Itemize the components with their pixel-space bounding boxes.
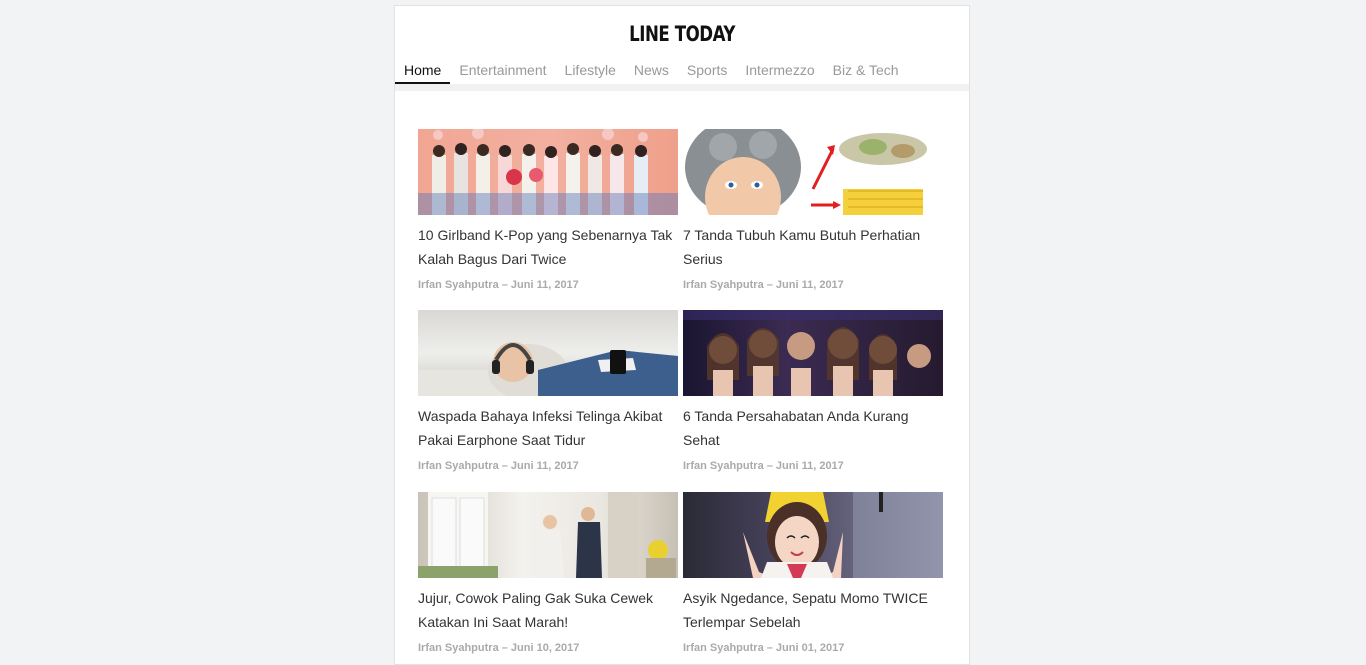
article-thumbnail[interactable] <box>683 129 943 215</box>
article-meta: Irfan Syahputra – Juni 11, 2017 <box>683 279 844 291</box>
tab-lifestyle[interactable]: Lifestyle <box>565 60 616 84</box>
tab-news[interactable]: News <box>634 60 669 84</box>
tab-intermezzo[interactable]: Intermezzo <box>745 60 814 84</box>
article-card[interactable]: 10 Girlband K-Pop yang Sebenarnya Tak Ka… <box>418 129 678 291</box>
article-title[interactable]: Asyik Ngedance, Sepatu Momo TWICE Terlem… <box>683 586 943 634</box>
article-card[interactable]: Asyik Ngedance, Sepatu Momo TWICE Terlem… <box>683 492 943 654</box>
article-meta: Irfan Syahputra – Juni 11, 2017 <box>418 279 579 291</box>
article-title[interactable]: Jujur, Cowok Paling Gak Suka Cewek Katak… <box>418 586 678 634</box>
article-thumbnail[interactable] <box>418 492 678 578</box>
tab-sports[interactable]: Sports <box>687 60 727 84</box>
brand-logo[interactable]: LINE TODAY <box>429 22 934 46</box>
tab-home[interactable]: Home <box>395 60 451 84</box>
article-card[interactable]: Jujur, Cowok Paling Gak Suka Cewek Katak… <box>418 492 678 654</box>
article-thumbnail[interactable] <box>418 129 678 215</box>
article-title[interactable]: Waspada Bahaya Infeksi Telinga Akibat Pa… <box>418 404 678 452</box>
article-meta: Irfan Syahputra – Juni 11, 2017 <box>683 460 844 472</box>
header-divider <box>395 84 969 91</box>
category-tabs: Home Entertainment Lifestyle News Sports… <box>395 60 969 84</box>
page-container: LINE TODAY Home Entertainment Lifestyle … <box>394 5 970 665</box>
article-title[interactable]: 6 Tanda Persahabatan Anda Kurang Sehat <box>683 404 943 452</box>
tab-biz-tech[interactable]: Biz & Tech <box>833 60 899 84</box>
article-title[interactable]: 7 Tanda Tubuh Kamu Butuh Perhatian Seriu… <box>683 223 943 271</box>
article-thumbnail[interactable] <box>683 492 943 578</box>
article-meta: Irfan Syahputra – Juni 01, 2017 <box>683 642 845 654</box>
article-meta: Irfan Syahputra – Juni 10, 2017 <box>418 642 580 654</box>
article-card[interactable]: Waspada Bahaya Infeksi Telinga Akibat Pa… <box>418 310 678 472</box>
article-thumbnail[interactable] <box>418 310 678 396</box>
article-card[interactable]: 6 Tanda Persahabatan Anda Kurang Sehat I… <box>683 310 943 472</box>
article-title[interactable]: 10 Girlband K-Pop yang Sebenarnya Tak Ka… <box>418 223 678 271</box>
article-card[interactable]: 7 Tanda Tubuh Kamu Butuh Perhatian Seriu… <box>683 129 943 291</box>
article-thumbnail[interactable] <box>683 310 943 396</box>
article-meta: Irfan Syahputra – Juni 11, 2017 <box>418 460 579 472</box>
tab-entertainment[interactable]: Entertainment <box>459 60 546 84</box>
